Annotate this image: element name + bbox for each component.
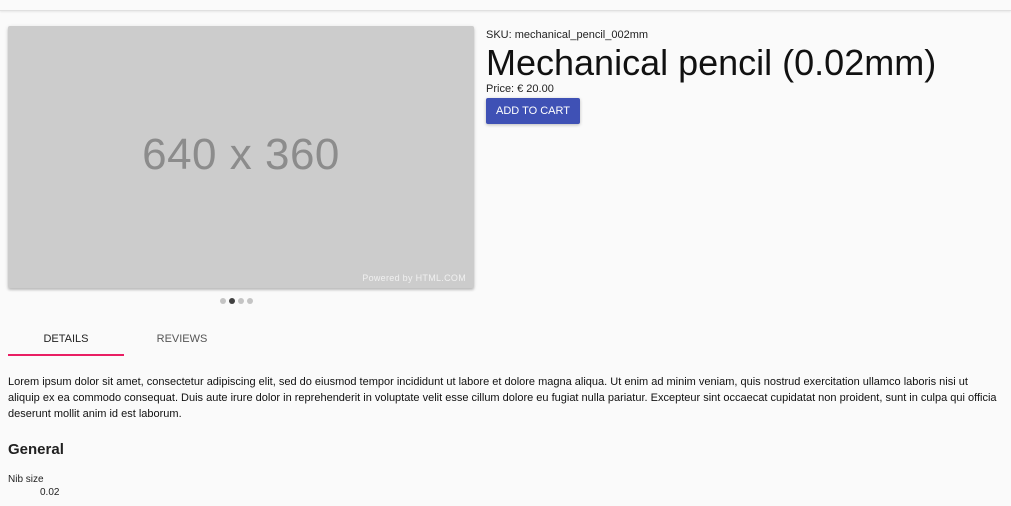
add-to-cart-button[interactable]: ADD TO CART <box>486 98 580 124</box>
app-bar-divider <box>0 0 1011 11</box>
carousel-dot-active[interactable] <box>229 298 235 304</box>
price-label: Price: <box>486 83 515 95</box>
product-image-carousel[interactable]: 640 x 360 Powered by HTML.COM <box>8 26 474 288</box>
image-placeholder-text: 640 x 360 <box>142 130 340 179</box>
product-tabs: DETAILS REVIEWS <box>8 322 240 356</box>
product-price: Price: € 20.00 <box>486 82 996 96</box>
product-title: Mechanical pencil (0.02mm) <box>486 42 937 83</box>
carousel-dot[interactable] <box>238 298 244 304</box>
product-info: SKU: mechanical_pencil_002mm Mechanical … <box>486 28 996 124</box>
carousel-dot[interactable] <box>247 298 253 304</box>
tab-details[interactable]: DETAILS <box>8 322 124 356</box>
product-sku: SKU: mechanical_pencil_002mm <box>486 28 996 42</box>
image-watermark: Powered by HTML.COM <box>362 273 466 283</box>
spec-label-nib-size: Nib size <box>8 474 44 485</box>
carousel-dot[interactable] <box>220 298 226 304</box>
spec-value-nib-size: 0.02 <box>40 487 60 498</box>
sku-label: SKU: <box>486 29 512 41</box>
tab-reviews[interactable]: REVIEWS <box>124 322 240 356</box>
product-description: Lorem ipsum dolor sit amet, consectetur … <box>8 376 997 420</box>
section-heading-general: General <box>8 441 64 458</box>
carousel-indicators <box>220 298 253 304</box>
sku-value: mechanical_pencil_002mm <box>514 29 649 41</box>
price-value: € 20.00 <box>517 83 554 95</box>
